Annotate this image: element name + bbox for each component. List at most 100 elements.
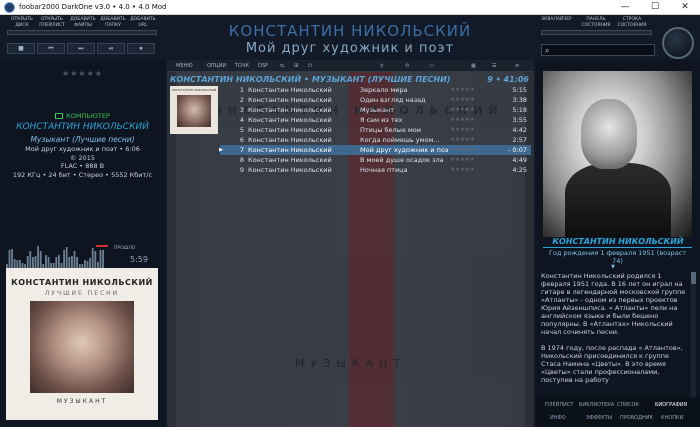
bio-scrollbar[interactable] bbox=[691, 272, 696, 397]
repeat-icon[interactable]: ⟲ bbox=[405, 61, 409, 71]
seek-bar[interactable] bbox=[7, 30, 157, 35]
add-files-label-2: ФАЙЛЫ bbox=[74, 23, 92, 28]
bio-paragraph-2: В 1974 году, после распада « Атлантов», … bbox=[541, 344, 683, 384]
add-url-button[interactable]: ДОБАВИТЬ URL bbox=[128, 17, 158, 29]
options-button[interactable]: ОПЦИИ bbox=[207, 61, 226, 71]
track-title: В моей душе осадок зла bbox=[360, 156, 444, 164]
playlist-group-count: 9 • 41:06 bbox=[487, 75, 529, 84]
open-disc-button[interactable]: ОТКРЫТЬ ДИСК bbox=[7, 17, 37, 29]
now-playing-artist: КОНСТАНТИН НИКОЛЬСКИЙ bbox=[16, 122, 149, 132]
open-playlist-label-2: ПЛЕЙЛИСТ bbox=[39, 23, 65, 28]
rating-stars[interactable]: ★★★★★ bbox=[0, 69, 165, 78]
track-title: Птицы белые мои bbox=[360, 126, 421, 134]
dsp-button[interactable]: DSP bbox=[258, 61, 268, 71]
toolbar-icon-a[interactable]: ⇆ bbox=[280, 61, 284, 71]
tab-list[interactable]: СПИСОК bbox=[617, 401, 639, 409]
search-input[interactable]: ⌕ bbox=[541, 44, 655, 56]
layout-rows-icon[interactable]: ≡ bbox=[515, 61, 519, 71]
shuffle-icon[interactable]: ⤨ bbox=[379, 61, 383, 71]
maximize-button[interactable]: ☐ bbox=[640, 0, 670, 15]
tab-buttons[interactable]: КНОПКИ bbox=[661, 414, 683, 422]
track-row[interactable]: 3 Константин Никольский Музыкант ★★★★★ 5:18 bbox=[220, 105, 531, 115]
close-button[interactable]: ✕ bbox=[670, 0, 700, 15]
spectrum-bar bbox=[91, 248, 94, 268]
track-rating: ★★★★★ bbox=[450, 167, 475, 173]
previous-button[interactable]: ⏮ bbox=[37, 43, 65, 54]
now-playing-year: © 2015 bbox=[69, 154, 96, 162]
track-duration: 5:15 bbox=[512, 86, 527, 94]
menu-button[interactable]: МЕНЮ bbox=[176, 61, 193, 71]
add-files-button[interactable]: ДОБАВИТЬ ФАЙЛЫ bbox=[68, 17, 98, 29]
spectrum-bar bbox=[99, 250, 102, 268]
track-duration: 4:25 bbox=[512, 166, 527, 174]
track-row[interactable]: 4 Константин Никольский Я сам из тех ★★★★★ 3… bbox=[220, 115, 531, 125]
spectrum-bar bbox=[68, 257, 71, 268]
tab-info[interactable]: ИНФО bbox=[550, 414, 566, 422]
view-icon[interactable]: ▭ bbox=[429, 61, 434, 71]
elapsed-time: 5:59 bbox=[130, 255, 148, 264]
track-row[interactable]: 9 Константин Никольский Ночная птица ★★★★★ 4… bbox=[220, 165, 531, 175]
power-icon[interactable]: ⏻ bbox=[308, 61, 312, 71]
bio-birth: Год рождения 1 февраля 1951 (возраст 74) bbox=[548, 249, 687, 265]
bio-artist-name: КОНСТАНТИН НИКОЛЬСКИЙ bbox=[552, 237, 684, 246]
grid-icon[interactable]: ⊞ bbox=[294, 61, 298, 71]
cover-word: МУЗЫКАНТ bbox=[56, 398, 108, 405]
track-row[interactable]: 8 Константин Никольский В моей душе осадок… bbox=[220, 155, 531, 165]
spectrum-bar bbox=[29, 251, 32, 268]
next-button[interactable]: ⏭ bbox=[67, 43, 95, 54]
tab-library[interactable]: БИБЛИОТЕКА bbox=[579, 401, 614, 409]
track-title: Я сам из тех bbox=[360, 116, 403, 124]
track-row[interactable]: 6 Константин Никольский Когда поймешь умом… bbox=[220, 135, 531, 145]
track-row[interactable]: 5 Константин Никольский Птицы белые мои ★★★… bbox=[220, 125, 531, 135]
stop-button[interactable]: ■ bbox=[7, 43, 35, 54]
track-row[interactable]: 1 Константин Никольский Зеркало мира ★★★★★ 5… bbox=[220, 85, 531, 95]
bio-divider bbox=[543, 247, 692, 248]
header-track-title: Мой друг художник и поэт bbox=[245, 41, 455, 56]
spectrum-bar bbox=[89, 258, 91, 268]
track-number: 3 bbox=[239, 106, 244, 114]
layout-list-icon[interactable]: ☰ bbox=[492, 61, 496, 71]
spectrum-bar bbox=[84, 260, 86, 268]
stop-after-button[interactable]: ⏹ bbox=[127, 43, 155, 54]
add-folder-button[interactable]: ДОБАВИТЬ ПАПКУ bbox=[98, 17, 128, 29]
track-number: 9 bbox=[239, 166, 244, 174]
track-row[interactable]: 7 Константин Никольский Мой друг художник … bbox=[219, 145, 531, 155]
playlist-toolbar: МЕНЮ ОПЦИИ ТОЧК DSP ⇆ ⊞ ⏻ ⤨ ⟲ ▭ ▦ ☰ ≡ bbox=[167, 60, 534, 72]
spectrum-bar bbox=[37, 246, 39, 268]
track-rating: ★★★★★ bbox=[450, 147, 475, 153]
status-panel-button[interactable]: ПАНЕЛЬ СОСТОЯНИЯ bbox=[579, 17, 613, 29]
equalizer-button[interactable]: ЭКВАЛАЙЗЕР bbox=[541, 17, 572, 23]
tab-biography[interactable]: БИОГРАФИЯ bbox=[655, 401, 687, 409]
chevron-down-icon[interactable]: ▼ bbox=[611, 264, 615, 270]
track-title: Ночная птица bbox=[360, 166, 408, 174]
title-bar: foobar2000 DarkOne v3.0 • 4.0 • 4.0 Mod … bbox=[0, 0, 700, 15]
biography-text: Константин Никольский родился 1 февраля … bbox=[541, 272, 689, 397]
spectrum-bar bbox=[47, 257, 50, 268]
play-pause-button[interactable]: ⏯ bbox=[97, 43, 125, 54]
layout-grid-icon[interactable]: ▦ bbox=[471, 61, 476, 71]
minimize-button[interactable]: — bbox=[610, 0, 640, 15]
spectrum-bar bbox=[19, 260, 21, 268]
cover-artist: КОНСТАНТИН НИКОЛЬСКИЙ bbox=[11, 278, 153, 287]
tab-explorer[interactable]: ПРОВОДНИК bbox=[620, 414, 653, 422]
points-button[interactable]: ТОЧК bbox=[235, 61, 249, 71]
volume-knob[interactable] bbox=[662, 27, 694, 59]
track-duration: 4:42 bbox=[512, 126, 527, 134]
add-url-label-2: URL bbox=[138, 23, 148, 28]
track-number: 6 bbox=[239, 136, 244, 144]
track-rating: ★★★★★ bbox=[450, 97, 475, 103]
spectrum-bar bbox=[13, 259, 16, 268]
status-bar-button[interactable]: СТРОКА СОСТОЯНИЯ bbox=[615, 17, 649, 29]
tab-playlist[interactable]: ПЛЕЙЛИСТ bbox=[545, 401, 573, 409]
track-number: 1 bbox=[239, 86, 244, 94]
track-row[interactable]: 2 Константин Никольский Один взгляд назад ★… bbox=[220, 95, 531, 105]
background-word: МУЗЫКАНТ bbox=[294, 357, 407, 370]
open-playlist-button[interactable]: ОТКРЫТЬ ПЛЕЙЛИСТ bbox=[37, 17, 67, 29]
bio-scroll-thumb[interactable] bbox=[691, 272, 696, 284]
spectrum-bar bbox=[58, 255, 60, 268]
spectrum-bar bbox=[8, 250, 11, 268]
level-indicator bbox=[96, 245, 108, 247]
tab-effects[interactable]: ЭФФЕКТЫ bbox=[586, 414, 612, 422]
spectrum-bar bbox=[86, 261, 89, 268]
artist-photo-face bbox=[581, 99, 637, 169]
